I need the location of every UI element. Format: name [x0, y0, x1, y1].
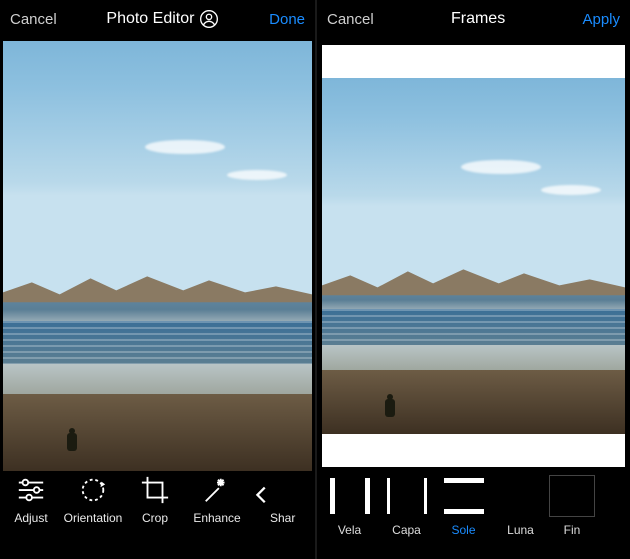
frame-label: Capa	[392, 523, 421, 537]
profile-icon	[199, 9, 219, 29]
person-in-photo	[65, 428, 79, 454]
applied-frame-sole	[322, 45, 625, 467]
editor-title: Photo Editor	[106, 9, 219, 29]
tool-orientation[interactable]: Orientation	[62, 475, 124, 525]
frame-label: Fin	[564, 523, 581, 537]
tool-label: Crop	[142, 511, 168, 525]
orientation-icon	[78, 475, 108, 505]
screen-editor: Cancel Photo Editor Done	[0, 0, 315, 559]
frame-label: Sole	[451, 523, 475, 537]
editor-photo[interactable]	[3, 41, 312, 471]
frame-label: Vela	[338, 523, 361, 537]
frame-option-capa[interactable]: Capa	[378, 475, 435, 537]
cancel-button[interactable]: Cancel	[10, 11, 57, 28]
adjust-icon	[16, 475, 46, 505]
tool-crop[interactable]: Crop	[124, 475, 186, 525]
frame-thumb-icon	[327, 475, 373, 517]
frame-label: Luna	[507, 523, 534, 537]
tool-label: Orientation	[64, 511, 123, 525]
screen-frames: Cancel Frames Apply	[315, 0, 630, 559]
frames-title: Frames	[451, 10, 505, 28]
tool-label: Adjust	[14, 511, 47, 525]
frames-header: Cancel Frames Apply	[317, 0, 630, 38]
apply-button[interactable]: Apply	[582, 11, 620, 28]
crop-icon	[140, 475, 170, 505]
frame-thumb-icon	[441, 475, 487, 517]
tool-enhance[interactable]: Enhance	[186, 475, 248, 525]
person-in-photo	[383, 394, 397, 420]
tool-adjust[interactable]: Adjust	[0, 475, 62, 525]
tool-label: Enhance	[193, 511, 240, 525]
frame-thumb-icon	[549, 475, 595, 517]
tool-label: Shar	[270, 511, 295, 525]
frame-option-luna[interactable]: Luna	[492, 475, 549, 537]
frames-photo[interactable]	[320, 41, 627, 471]
enhance-icon	[202, 475, 232, 505]
editor-title-text: Photo Editor	[106, 10, 194, 28]
tools-toolbar: Adjust Orientation Crop Enhance	[0, 467, 315, 559]
frame-thumb-icon	[384, 475, 430, 517]
cancel-button[interactable]: Cancel	[327, 11, 374, 28]
frame-option-vela[interactable]: Vela	[321, 475, 378, 537]
frame-thumb-icon	[498, 475, 544, 517]
editor-header: Cancel Photo Editor Done	[0, 0, 315, 38]
frames-strip[interactable]: Vela Capa Sole Luna Fin	[317, 467, 630, 559]
tool-sharp[interactable]: Shar	[270, 475, 306, 525]
beach-image	[3, 41, 312, 471]
done-button[interactable]: Done	[269, 11, 305, 28]
frame-option-fine[interactable]: Fin	[549, 475, 595, 537]
frame-option-sole[interactable]: Sole	[435, 475, 492, 537]
beach-image	[322, 78, 625, 434]
app-root: Cancel Photo Editor Done	[0, 0, 630, 559]
